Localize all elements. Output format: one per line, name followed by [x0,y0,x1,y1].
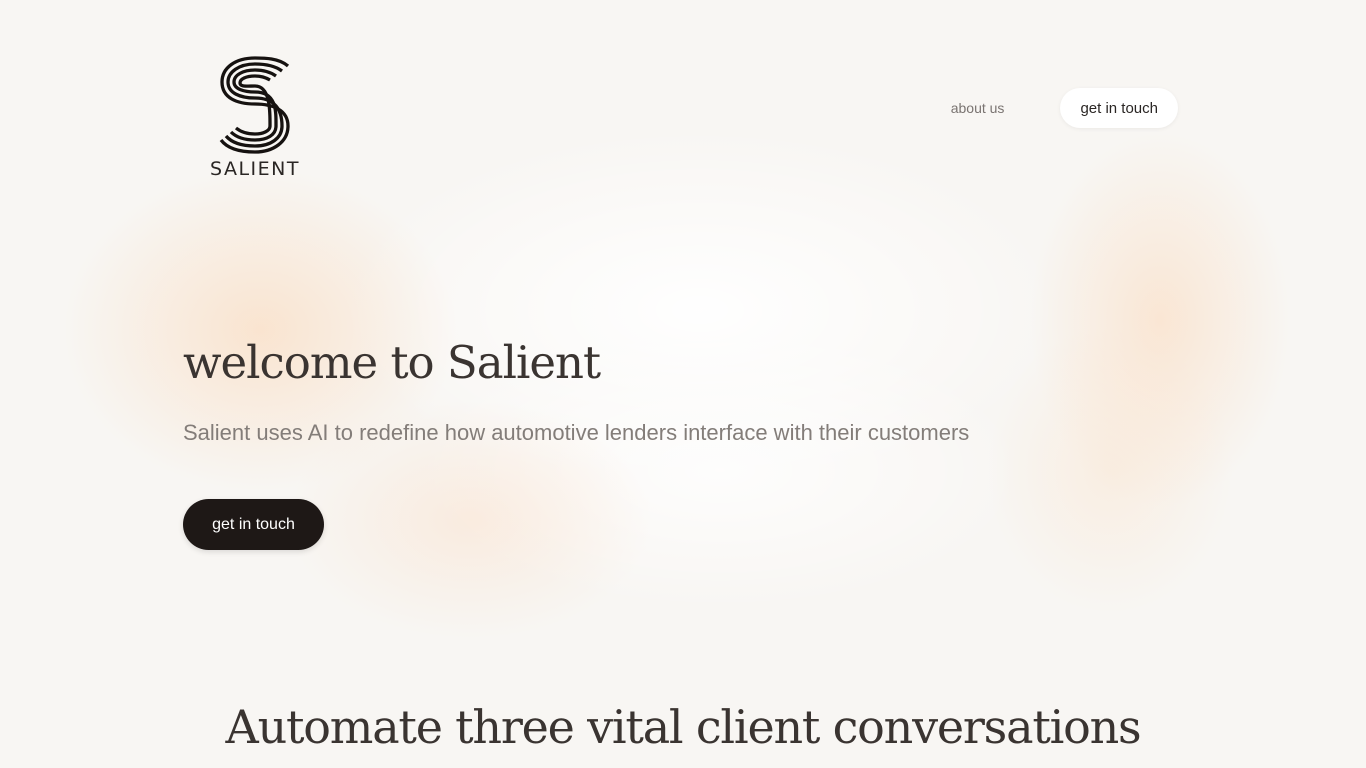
nav-get-in-touch-button[interactable]: get in touch [1060,88,1178,128]
main-nav: about us get in touch [951,88,1178,128]
salient-s-logo-icon [219,56,290,154]
brand-name: SALIENT [210,158,300,180]
section-title: Automate three vital client conversation… [225,700,1142,754]
brand-logo[interactable]: SALIENT [208,56,302,180]
hero-get-in-touch-button[interactable]: get in touch [183,499,324,550]
hero-subtitle: Salient uses AI to redefine how automoti… [183,420,970,445]
nav-about-link[interactable]: about us [951,100,1005,116]
hero-title: welcome to Salient [183,336,601,389]
